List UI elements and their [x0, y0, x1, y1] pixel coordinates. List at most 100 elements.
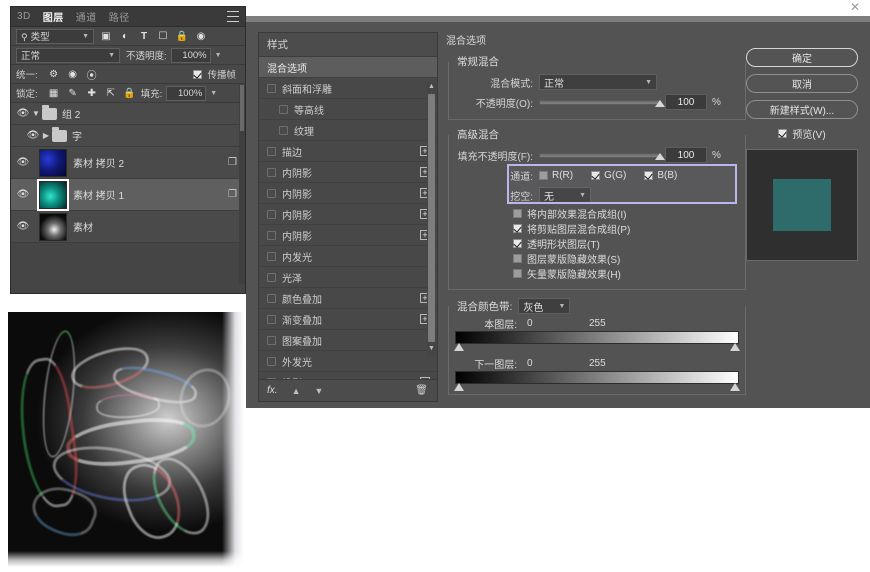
chevron-down-icon[interactable]: ▼ [215, 52, 222, 59]
style-item-inner-shadow-2[interactable]: 内阴影 + [259, 183, 437, 204]
tab-paths[interactable]: 路径 [109, 9, 130, 24]
opacity-input[interactable]: 100 [665, 94, 707, 110]
table-row[interactable]: 👁 ▶ 字 [11, 125, 245, 147]
style-checkbox[interactable] [267, 146, 276, 156]
new-style-button[interactable]: 新建样式(W)... [746, 100, 858, 119]
option-layer-mask-hides-effects[interactable]: 图层蒙版隐藏效果(S) [455, 251, 739, 266]
style-checkbox[interactable] [267, 188, 276, 198]
unify-opacity-icon[interactable]: ◉ [66, 68, 80, 81]
eye-icon[interactable]: 👁 [15, 221, 31, 232]
underlying-layer-black-stop[interactable] [454, 383, 464, 391]
slider-handle[interactable] [655, 152, 665, 160]
slider-handle[interactable] [655, 99, 665, 107]
lock-position-icon[interactable]: ✚ [85, 87, 99, 100]
preview-checkbox[interactable] [778, 129, 788, 138]
dialog-titlebar[interactable]: ✕ [246, 0, 870, 16]
tab-channels[interactable]: 通道 [76, 9, 97, 24]
opacity-value[interactable]: 100% [170, 47, 211, 63]
chevron-down-icon[interactable]: ▼ [31, 109, 41, 118]
fill-opacity-input[interactable]: 100 [665, 147, 707, 163]
eye-icon[interactable]: 👁 [25, 130, 41, 141]
style-checkbox[interactable] [267, 83, 276, 93]
style-checkbox[interactable] [267, 272, 276, 282]
style-item-inner-shadow-3[interactable]: 内阴影 + [259, 204, 437, 225]
blend-clipped-layers-checkbox[interactable] [513, 224, 522, 233]
style-item-blending-options[interactable]: 混合选项 [259, 57, 437, 78]
smartobject-filter-icon[interactable]: 🔒 [175, 30, 189, 43]
ok-button[interactable]: 确定 [746, 48, 858, 67]
chevron-right-icon[interactable]: ▶ [41, 131, 51, 140]
knockout-select[interactable]: 无 ▼ [539, 187, 591, 203]
style-item-bevel-emboss[interactable]: 斜面和浮雕 [259, 78, 437, 99]
blend-mode-select[interactable]: 正常 ▼ [539, 74, 657, 90]
style-item-color-overlay[interactable]: 颜色叠加 + [259, 288, 437, 309]
style-checkbox[interactable] [267, 293, 276, 303]
table-row[interactable]: 👁 素材 拷贝 1 ❐ [11, 179, 245, 211]
table-row[interactable]: 👁 ▼ 组 2 [11, 103, 245, 125]
lock-transparent-icon[interactable]: ▦ [47, 87, 61, 100]
style-checkbox[interactable] [267, 335, 276, 345]
opacity-slider[interactable] [539, 99, 665, 107]
eye-icon[interactable]: 👁 [15, 108, 31, 119]
this-layer-black-stop[interactable] [454, 343, 464, 351]
type-filter-icon[interactable]: T [137, 30, 151, 43]
option-vector-mask-hides-effects[interactable]: 矢量蒙版隐藏效果(H) [455, 266, 739, 281]
lock-all-icon[interactable]: 🔒 [123, 87, 137, 100]
lock-artboard-icon[interactable]: ⇱ [104, 87, 118, 100]
move-down-icon[interactable]: ▼ [314, 386, 323, 396]
chevron-up-icon[interactable]: ▲ [427, 82, 436, 92]
style-checkbox[interactable] [279, 125, 288, 135]
styles-scrollbar[interactable]: ▲ ▼ [427, 82, 436, 356]
style-item-outer-glow[interactable]: 外发光 [259, 351, 437, 372]
option-blend-clipped-layers[interactable]: 将剪贴图层混合成组(P) [455, 221, 739, 236]
style-item-gradient-overlay[interactable]: 渐变叠加 + [259, 309, 437, 330]
this-layer-white-stop[interactable] [730, 343, 740, 351]
filter-toggle-icon[interactable]: ◉ [194, 30, 208, 43]
hamburger-icon[interactable] [227, 11, 239, 22]
style-item-stroke[interactable]: 描边 + [259, 141, 437, 162]
image-filter-icon[interactable]: ▣ [99, 30, 113, 43]
layer-thumbnail[interactable] [39, 180, 67, 209]
table-row[interactable]: 👁 素材 拷贝 2 ❐ [11, 147, 245, 179]
style-item-satin[interactable]: 光泽 [259, 267, 437, 288]
cancel-button[interactable]: 取消 [746, 74, 858, 93]
this-layer-gradient[interactable] [454, 331, 740, 351]
channel-r-checkbox[interactable] [539, 170, 548, 180]
channel-g[interactable]: G(G) [591, 170, 626, 181]
fx-icon[interactable]: fx. [267, 385, 278, 396]
layer-thumbnail[interactable] [39, 212, 67, 241]
fill-value[interactable]: 100% [166, 85, 207, 101]
style-checkbox[interactable] [267, 167, 276, 177]
adjustment-filter-icon[interactable]: ◐ [118, 30, 132, 43]
style-checkbox[interactable] [267, 314, 276, 324]
unify-style-icon[interactable]: ⦿ [85, 68, 99, 82]
channel-r[interactable]: R(R) [539, 170, 573, 181]
layers-scrollbar[interactable] [239, 84, 245, 284]
channel-g-checkbox[interactable] [591, 170, 601, 180]
style-checkbox[interactable] [267, 356, 276, 366]
chevron-down-icon[interactable]: ▼ [427, 344, 436, 354]
layer-thumbnail[interactable] [39, 148, 67, 177]
style-item-texture[interactable]: 纹理 [259, 120, 437, 141]
fill-opacity-slider[interactable] [539, 152, 665, 160]
channel-b[interactable]: B(B) [644, 170, 677, 181]
style-item-inner-shadow-4[interactable]: 内阴影 + [259, 225, 437, 246]
layer-blend-mode-select[interactable]: 正常 ▼ [16, 47, 120, 63]
style-item-pattern-overlay[interactable]: 图案叠加 [259, 330, 437, 351]
style-item-inner-glow[interactable]: 内发光 [259, 246, 437, 267]
blend-interior-effects-checkbox[interactable] [513, 209, 522, 218]
move-up-icon[interactable]: ▲ [292, 386, 301, 396]
layer-mask-hides-effects-checkbox[interactable] [513, 254, 522, 263]
style-item-drop-shadow[interactable]: 投影 + [259, 372, 437, 379]
option-blend-interior-effects[interactable]: 将内部效果混合成组(I) [455, 206, 739, 221]
tab-layers[interactable]: 图层 [43, 9, 64, 24]
style-checkbox[interactable] [267, 230, 276, 240]
preview-toggle[interactable]: 预览(V) [746, 126, 858, 141]
eye-icon[interactable]: 👁 [15, 189, 31, 200]
style-checkbox[interactable] [279, 104, 288, 114]
trash-icon[interactable]: 🗑 [415, 385, 428, 396]
styles-list[interactable]: 混合选项 斜面和浮雕 等高线 纹理 描边 + 内阴影 + 内阴影 + 内阴影 +… [259, 57, 437, 379]
style-item-inner-shadow-1[interactable]: 内阴影 + [259, 162, 437, 183]
shape-filter-icon[interactable]: ☐ [156, 30, 170, 43]
channel-b-checkbox[interactable] [644, 170, 654, 180]
